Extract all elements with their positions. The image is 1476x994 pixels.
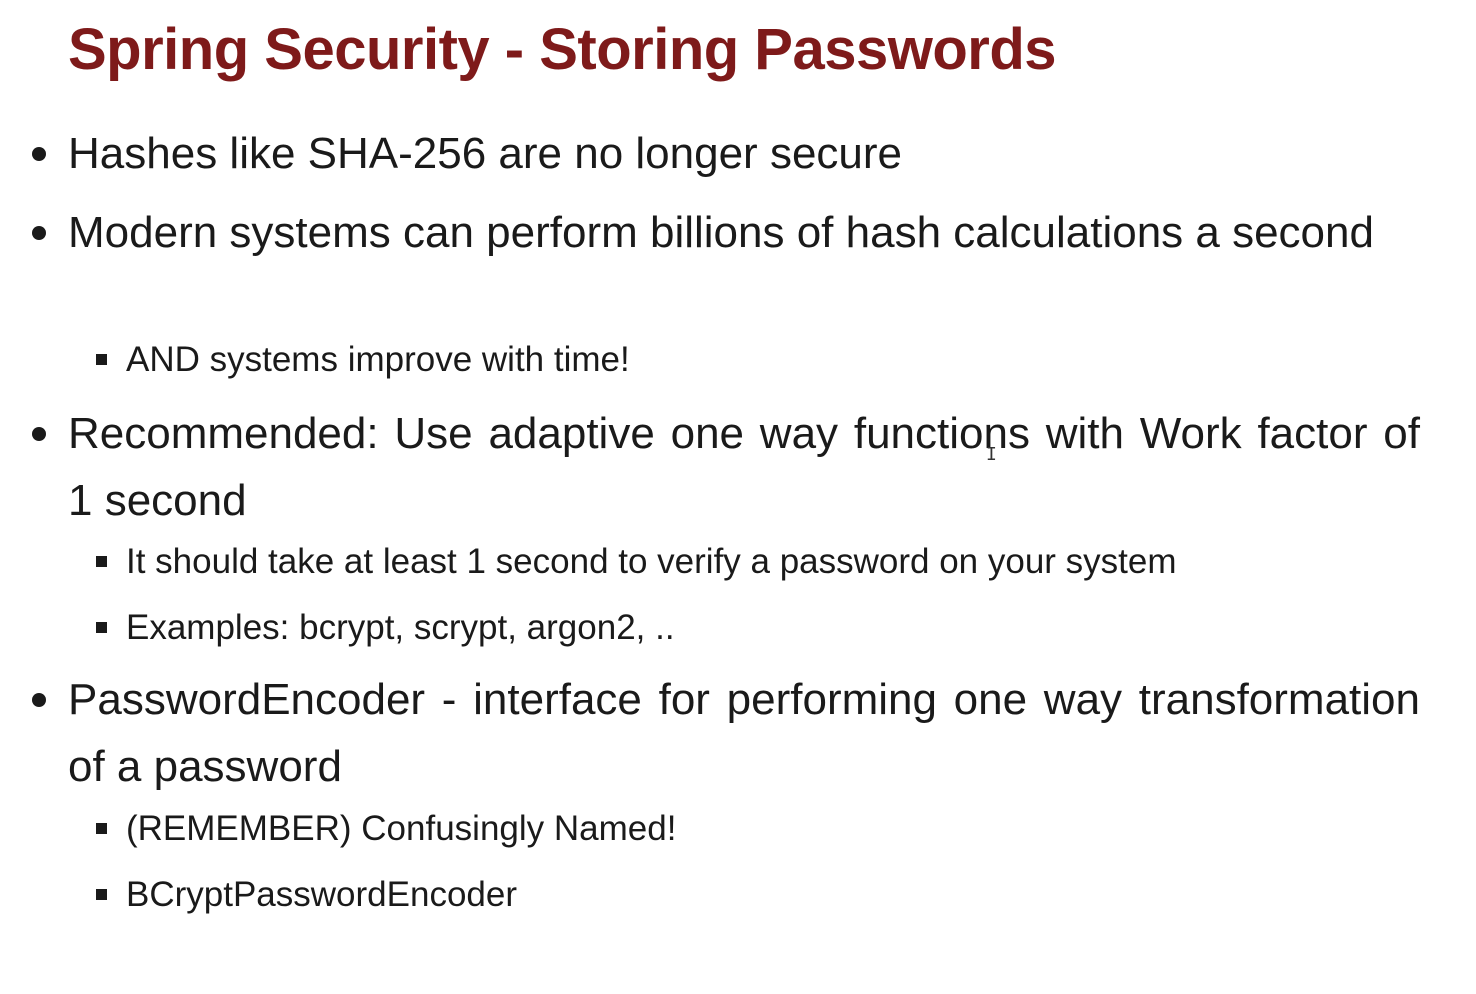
sub-bullet-square-icon xyxy=(96,556,107,567)
sub-bullet-square-icon xyxy=(96,889,107,900)
text-cursor-icon: I xyxy=(986,444,997,465)
sub-bullet-square-icon xyxy=(96,622,107,633)
bullet-dot-icon xyxy=(32,427,46,441)
bullet-item: PasswordEncoder - interface for performi… xyxy=(68,675,1420,791)
sub-bullet-square-icon xyxy=(96,823,107,834)
sub-bullet-square-icon xyxy=(96,354,107,365)
sub-bullet-item: BCryptPasswordEncoder xyxy=(126,875,517,914)
slide-title: Spring Security - Storing Passwords xyxy=(68,17,1057,82)
sub-bullet-item: Examples: bcrypt, scrypt, argon2, .. xyxy=(126,608,675,647)
sub-bullet-item: AND systems improve with time! xyxy=(126,340,630,379)
bullet-item: Hashes like SHA-256 are no longer secure xyxy=(68,129,903,178)
bullet-item: Modern systems can perform billions of h… xyxy=(68,208,1374,257)
bullet-item: Recommended: Use adaptive one way functi… xyxy=(68,409,1420,525)
slide: Spring Security - Storing Passwords Hash… xyxy=(0,0,1476,994)
bullet-dot-icon xyxy=(32,147,46,161)
sub-bullet-item: (REMEMBER) Confusingly Named! xyxy=(126,809,677,848)
bullet-dot-icon xyxy=(32,226,46,240)
bullet-dot-icon xyxy=(32,693,46,707)
sub-bullet-item: It should take at least 1 second to veri… xyxy=(126,542,1177,581)
